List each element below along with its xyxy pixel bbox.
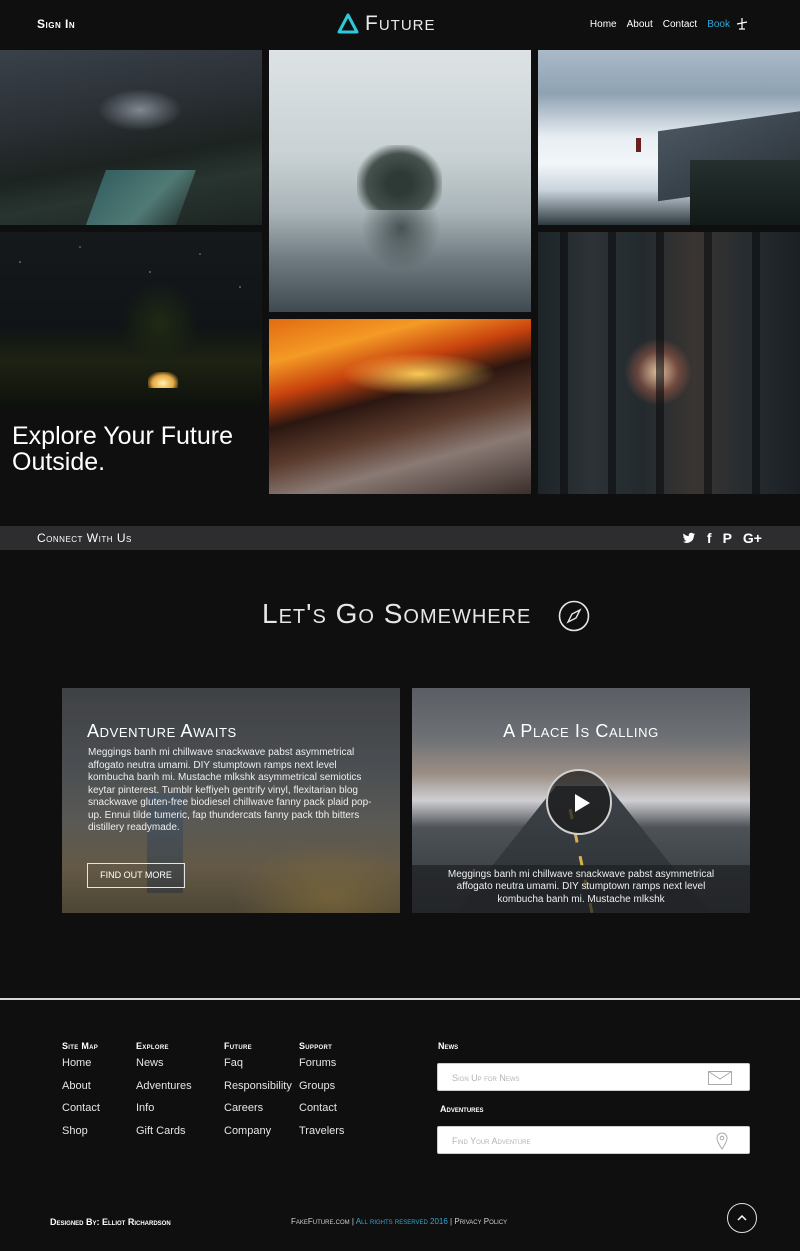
footer-link-forums[interactable]: Forums [299,1057,344,1080]
hero-headline-line2: Outside. [12,448,106,476]
footer-link-info[interactable]: Info [136,1102,192,1125]
footer-column-explore: Explore News Adventures Info Gift Cards [136,1041,192,1147]
envelope-icon[interactable] [708,1071,732,1085]
adventure-search-field [437,1126,750,1154]
footer-link-faq[interactable]: Faq [224,1057,292,1080]
play-icon [575,794,590,812]
footer-heading: Explore [136,1041,169,1051]
copyright-line: FakeFuture.com | All rights reserved 201… [291,1217,508,1226]
footer-link-contact[interactable]: Contact [62,1102,100,1125]
social-links: f P G+ [682,530,762,546]
google-plus-icon[interactable]: G+ [743,530,762,546]
nav-home[interactable]: Home [590,19,617,30]
compass-icon [558,600,590,632]
footer-link-shop[interactable]: Shop [62,1125,100,1148]
nav-book[interactable]: Book [707,19,730,30]
site-link[interactable]: FakeFuture.com [291,1217,350,1226]
privacy-policy-link[interactable]: Privacy Policy [454,1217,507,1226]
footer-link-responsibility[interactable]: Responsibility [224,1080,292,1103]
facebook-icon[interactable]: f [707,530,712,546]
footer-link-travelers[interactable]: Travelers [299,1125,344,1148]
adventure-search-input[interactable] [452,1134,702,1148]
snow-mountain-hiker-photo [538,50,800,225]
card-title: A Place Is Calling [503,721,659,741]
find-out-more-button[interactable]: Find Out More [87,863,185,888]
place-calling-card: A Place Is Calling Meggings banh mi chil… [412,688,750,913]
main-nav: Home About Contact Book [590,19,748,30]
nav-contact[interactable]: Contact [663,19,697,30]
hero-headline: Explore Your Future Outside. [12,423,233,475]
footer-link-about[interactable]: About [62,1080,100,1103]
nav-about[interactable]: About [627,19,653,30]
logo[interactable]: Future [337,9,436,39]
news-heading: News [438,1041,459,1051]
footer-column-support: Support Forums Groups Contact Travelers [299,1041,344,1147]
site-header: Sign In Future Home About Contact Book [0,0,800,50]
airplane-icon[interactable] [736,17,748,31]
section-title: Let's Go Somewhere [262,598,532,629]
adventure-card: Adventure Awaits Meggings banh mi chillw… [62,688,400,913]
connect-bar: Connect With Us f P G+ [0,526,800,550]
sunset-clouds-photo [269,319,531,494]
chevron-up-icon [737,1214,747,1221]
footer-link-groups[interactable]: Groups [299,1080,344,1103]
news-signup-field [437,1063,750,1091]
footer-link-adventures[interactable]: Adventures [136,1080,192,1103]
rights-text: All rights reserved 2016 [355,1217,448,1226]
logo-text: Future [365,12,436,35]
footer-link-contact-support[interactable]: Contact [299,1102,344,1125]
forest-sunbeam-photo [538,232,800,494]
play-video-button[interactable] [546,769,612,835]
footer-link-gift-cards[interactable]: Gift Cards [136,1125,192,1148]
pinterest-icon[interactable]: P [723,530,732,546]
footer-link-news[interactable]: News [136,1057,192,1080]
adventures-heading: Adventures [440,1104,484,1114]
card-body: Meggings banh mi chillwave snackwave pab… [88,747,372,833]
footer-heading: Future [224,1041,252,1051]
night-camp-photo [0,232,262,405]
footer-heading: Site Map [62,1041,99,1051]
card-caption: Meggings banh mi chillwave snackwave pab… [447,868,715,905]
footer-column-future: Future Faq Responsibility Careers Compan… [224,1041,292,1147]
footer-link-company[interactable]: Company [224,1125,292,1148]
card-title: Adventure Awaits [87,721,237,741]
footer-link-home[interactable]: Home [62,1057,100,1080]
sign-in-link[interactable]: Sign In [37,17,75,31]
twitter-icon[interactable] [682,531,696,545]
triangle-logo-icon [337,13,359,34]
connect-label: Connect With Us [37,531,132,545]
footer-column-site-map: Site Map Home About Contact Shop [62,1041,100,1147]
footer-link-careers[interactable]: Careers [224,1102,292,1125]
news-signup-input[interactable] [452,1071,702,1085]
hero-headline-line1: Explore Your Future [12,422,233,450]
snowy-island-photo [269,50,531,312]
designer-credit: Designed By: Elliot Richardson [50,1217,171,1227]
map-pin-icon[interactable] [716,1132,728,1150]
back-to-top-button[interactable] [727,1203,757,1233]
footer-heading: Support [299,1041,333,1051]
footer-divider [0,998,800,1000]
mountain-river-photo [0,50,262,225]
